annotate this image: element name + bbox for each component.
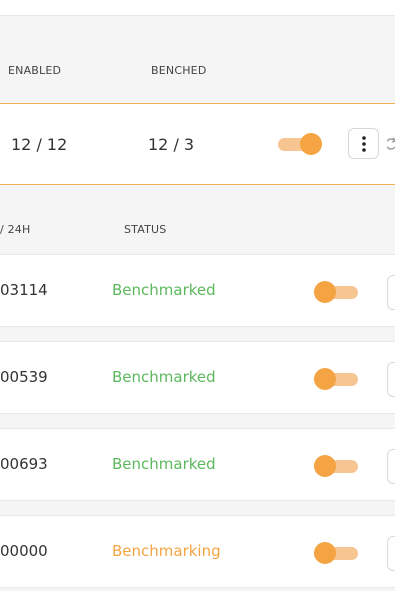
toggle-knob [314,542,336,564]
row-menu-button[interactable] [387,275,395,310]
group-enable-toggle[interactable] [278,133,322,155]
enabled-count: 12 / 12 [11,135,68,154]
row-status: Benchmarking [112,542,221,560]
row-menu-button[interactable] [387,536,395,571]
row-status: Benchmarked [112,455,216,473]
toggle-knob [314,281,336,303]
row-value: 00539 [0,368,48,386]
column-header-enabled: ENABLED [8,64,62,77]
group-menu-button[interactable] [348,128,379,159]
table-row: 00000 Benchmarking [0,515,395,588]
top-strip [0,0,395,16]
row-status: Benchmarked [112,368,216,386]
toggle-knob [300,133,322,155]
column-header-benched: BENCHED [151,64,207,77]
refresh-icon[interactable] [385,136,395,150]
row-menu-button[interactable] [387,362,395,397]
row-status: Benchmarked [112,281,216,299]
benched-count: 12 / 3 [148,135,195,154]
row-menu-button[interactable] [387,449,395,484]
column-header-rate: / 24H [0,223,31,236]
table-row: 03114 Benchmarked [0,254,395,327]
toggle-knob [314,368,336,390]
row-value: 00000 [0,542,48,560]
row-toggle[interactable] [314,368,358,390]
row-toggle[interactable] [314,455,358,477]
toggle-knob [314,455,336,477]
row-value: 00693 [0,455,48,473]
column-header-status: STATUS [124,223,167,236]
table-row: 00693 Benchmarked [0,428,395,501]
row-toggle[interactable] [314,542,358,564]
kebab-vertical-icon [361,135,366,152]
table-row: 00539 Benchmarked [0,341,395,414]
row-value: 03114 [0,281,48,299]
row-toggle[interactable] [314,281,358,303]
